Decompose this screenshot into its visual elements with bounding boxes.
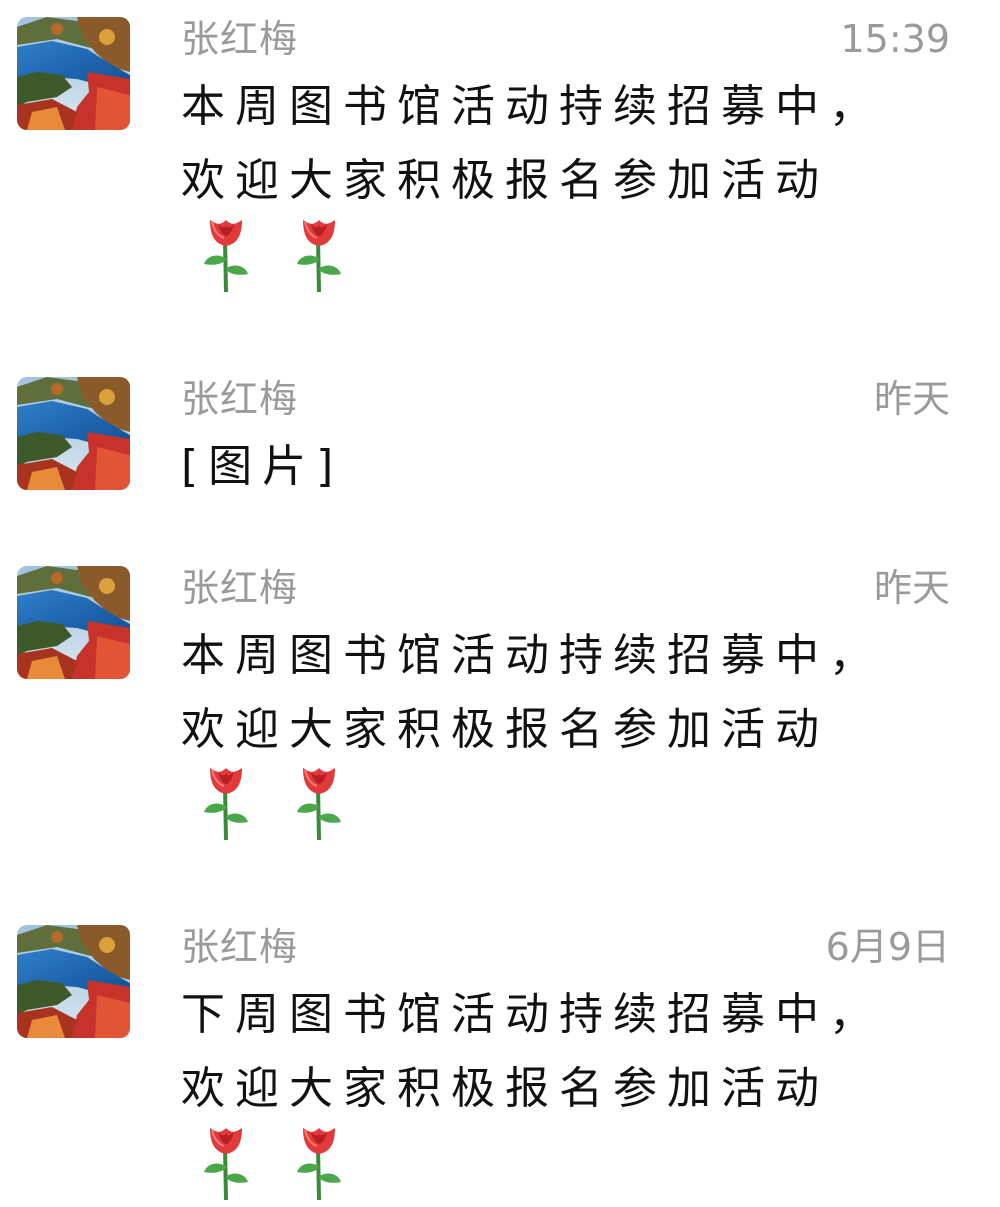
avatar-image [17,925,130,1038]
message-line: [图片] [181,441,344,492]
message-body: [图片] [181,430,941,504]
emoji-row [196,214,377,294]
rose-icon [289,762,349,842]
avatar[interactable] [17,17,130,130]
rose-icon [196,1122,256,1202]
avatar-image [17,17,130,130]
message-line: 本周图书馆活动持续招募中， [181,630,883,681]
emoji-row [196,1122,377,1202]
message-time: 6月9日 [825,925,950,969]
rose-icon [196,214,256,294]
avatar[interactable] [17,377,130,490]
message-item[interactable]: 张红梅 昨天 [图片] [0,360,1000,500]
avatar[interactable] [17,925,130,1038]
message-time: 15:39 [840,17,950,61]
message-body: 本周图书馆活动持续招募中， 欢迎大家积极报名参加活动 [181,70,941,218]
rose-icon [196,762,256,842]
emoji-row [196,762,377,842]
message-line: 欢迎大家积极报名参加活动 [181,1063,829,1114]
message-line: 欢迎大家积极报名参加活动 [181,155,829,206]
sender-name: 张红梅 [181,566,299,610]
message-body: 本周图书馆活动持续招募中， 欢迎大家积极报名参加活动 [181,619,941,767]
rose-icon [289,1122,349,1202]
avatar[interactable] [17,566,130,679]
sender-name: 张红梅 [181,925,299,969]
message-item[interactable]: 张红梅 15:39 本周图书馆活动持续招募中， 欢迎大家积极报名参加活动 [0,0,1000,340]
message-time: 昨天 [873,566,950,610]
rose-icon [289,214,349,294]
message-line: 下周图书馆活动持续招募中， [181,989,883,1040]
message-item[interactable]: 张红梅 昨天 本周图书馆活动持续招募中， 欢迎大家积极报名参加活动 [0,549,1000,879]
message-line: 本周图书馆活动持续招募中， [181,81,883,132]
avatar-image [17,377,130,490]
sender-name: 张红梅 [181,17,299,61]
message-body: 下周图书馆活动持续招募中， 欢迎大家积极报名参加活动 [181,978,941,1126]
sender-name: 张红梅 [181,377,299,421]
message-list: 张红梅 15:39 本周图书馆活动持续招募中， 欢迎大家积极报名参加活动 张红梅… [0,0,1000,1207]
avatar-image [17,566,130,679]
message-item[interactable]: 张红梅 6月9日 下周图书馆活动持续招募中， 欢迎大家积极报名参加活动 [0,908,1000,1207]
message-line: 欢迎大家积极报名参加活动 [181,704,829,755]
message-time: 昨天 [873,377,950,421]
